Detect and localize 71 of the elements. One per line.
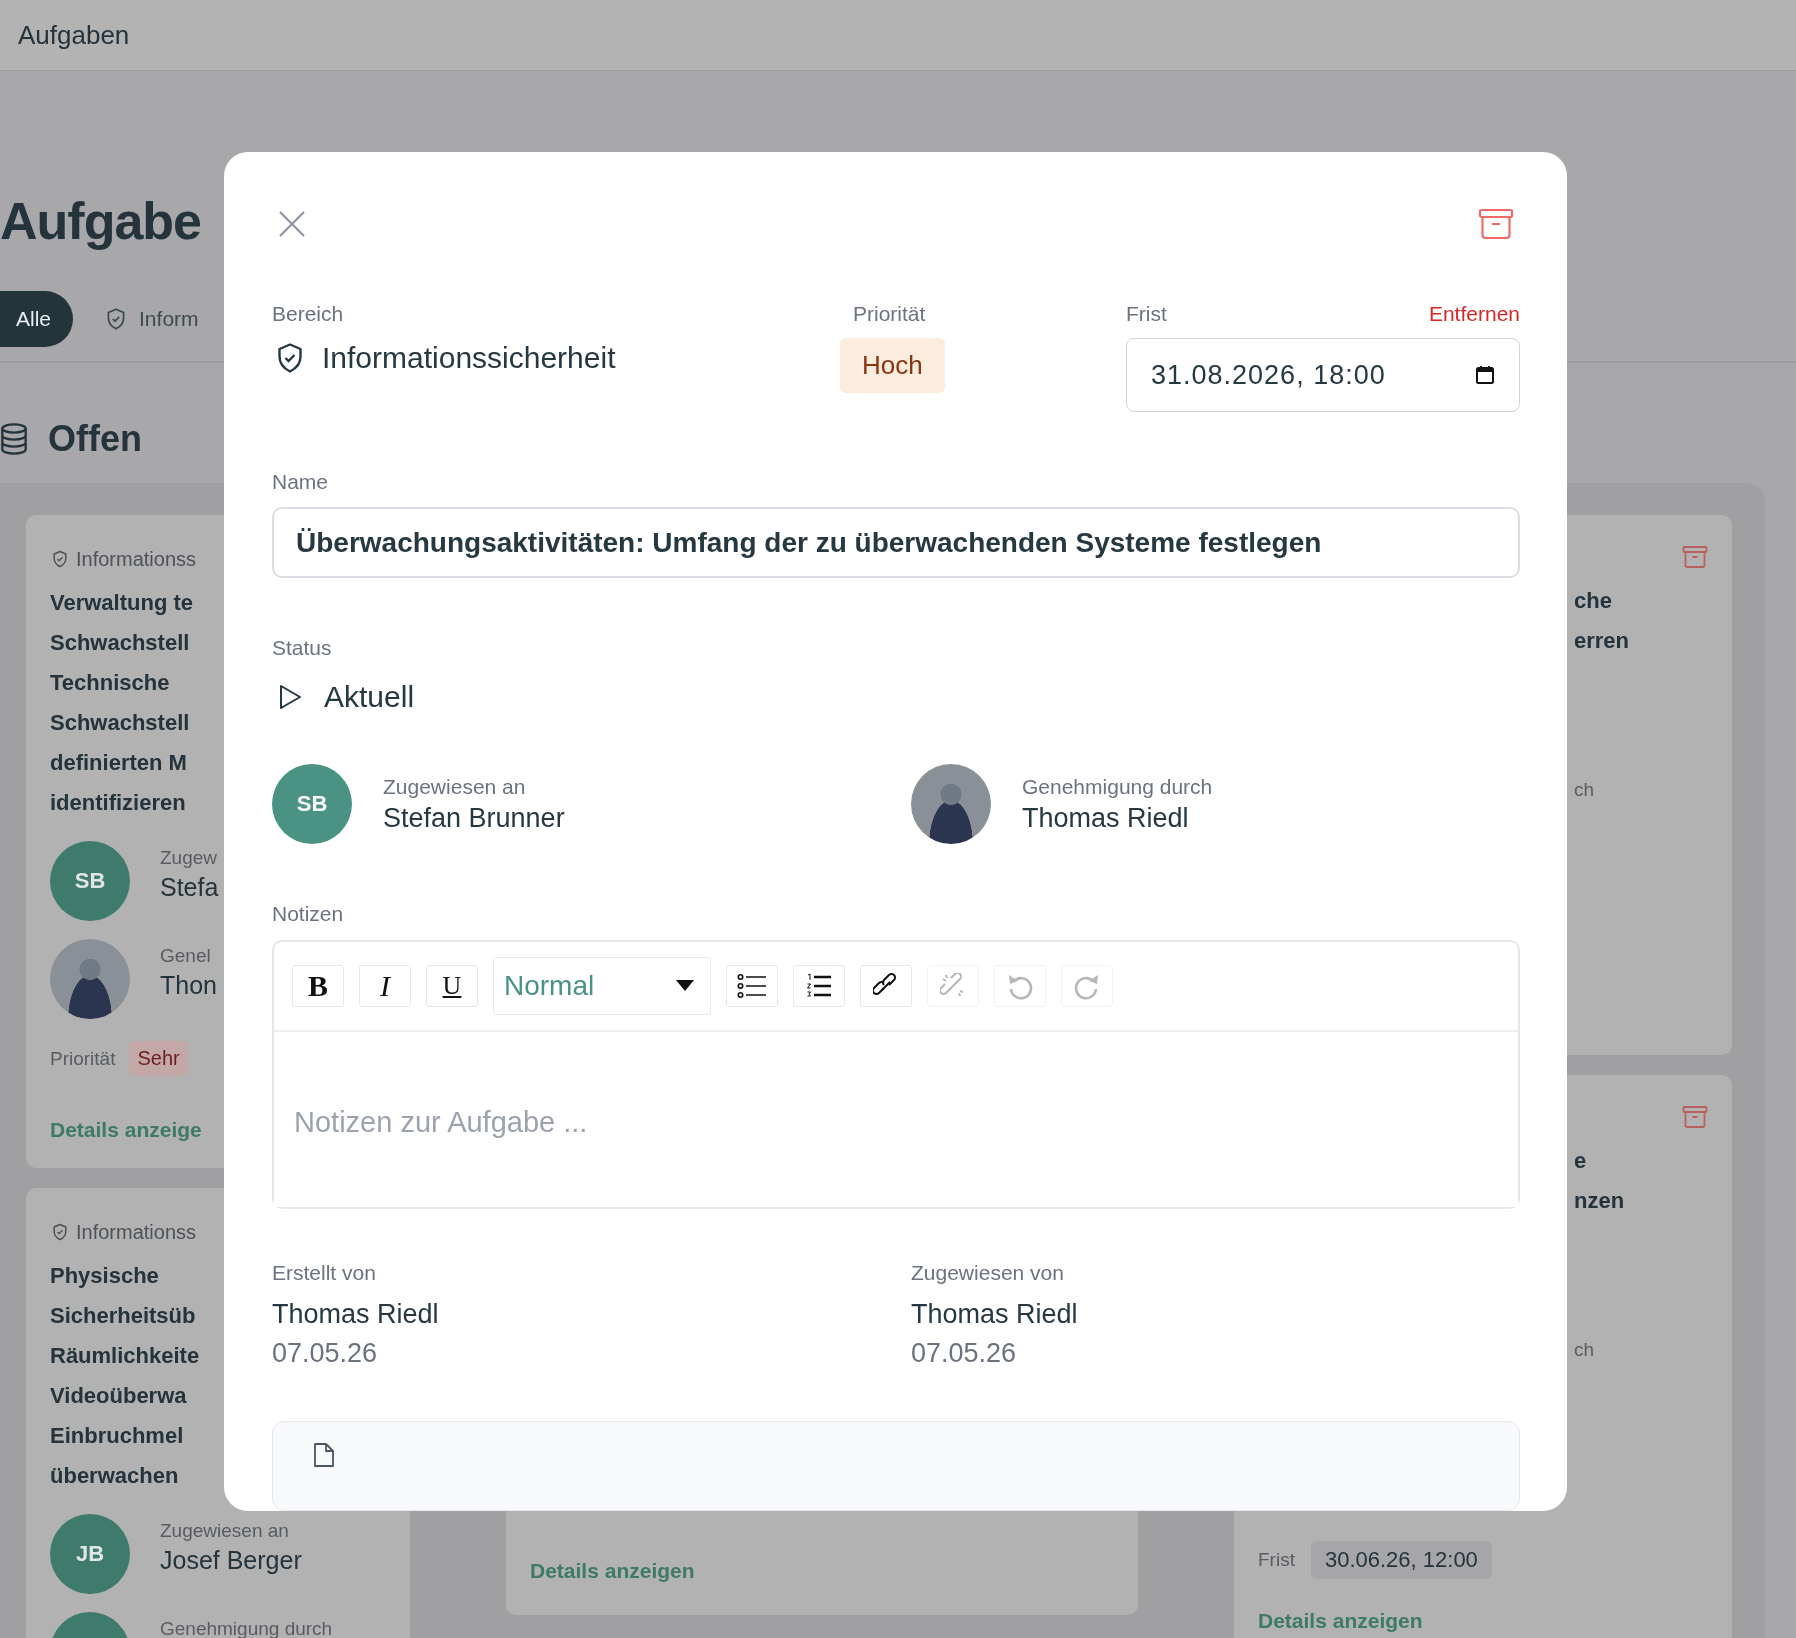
shield-icon bbox=[50, 1222, 70, 1242]
page-title: Aufgaben bbox=[18, 19, 130, 51]
archive-icon[interactable] bbox=[1682, 1105, 1708, 1129]
redo-icon bbox=[1074, 972, 1100, 1001]
italic-button[interactable]: I bbox=[359, 965, 411, 1008]
deadline-label: Frist bbox=[1258, 1549, 1295, 1571]
field-label: Name bbox=[272, 469, 330, 495]
person-label: Zugewiesen an bbox=[383, 774, 526, 799]
person-name: Thomas Riedl bbox=[272, 1299, 439, 1330]
meta-label: Zugewiesen von bbox=[911, 1260, 1064, 1286]
priority-badge: Sehr bbox=[129, 1041, 188, 1076]
bold-button[interactable]: B bbox=[292, 965, 344, 1008]
field-label: Notizen bbox=[272, 901, 345, 928]
undo-icon bbox=[1007, 972, 1033, 1001]
field-label: Bereich bbox=[272, 301, 345, 327]
page-heading: Aufgabe bbox=[0, 191, 201, 252]
play-icon bbox=[278, 684, 302, 711]
filter-tab[interactable]: Inform bbox=[103, 291, 199, 347]
bulleted-list-button[interactable] bbox=[726, 965, 778, 1008]
database-icon bbox=[0, 422, 28, 456]
person-name: Thomas Riedl bbox=[1022, 802, 1189, 834]
meta-label: Erstellt von bbox=[272, 1260, 376, 1286]
person-name: Stefa bbox=[160, 873, 219, 902]
remove-link[interactable]: Entfernen bbox=[1428, 302, 1520, 326]
shield-icon bbox=[50, 549, 70, 569]
section-title: Offen bbox=[48, 418, 142, 460]
person-label: Zugewiesen an bbox=[160, 1520, 289, 1542]
person-name: Thomas Riedl bbox=[911, 1299, 1078, 1330]
bulleted-list-icon bbox=[737, 973, 767, 1000]
priority-label: Priorität bbox=[50, 1047, 116, 1070]
date-text: 07.05.26 bbox=[272, 1338, 378, 1369]
avatar: JB bbox=[50, 1514, 130, 1594]
person-label: Genel bbox=[160, 945, 211, 967]
person-name: Stefan Brunner bbox=[383, 802, 565, 834]
person-label: ch bbox=[1574, 1339, 1595, 1361]
task-area: Informationss bbox=[76, 1220, 197, 1244]
document-icon bbox=[313, 1442, 335, 1468]
task-title: che erren bbox=[1574, 587, 1630, 655]
link-button[interactable] bbox=[860, 965, 912, 1008]
name-field[interactable]: Überwachungsaktivitäten: Umfang der zu überwachenden Systeme festlegen bbox=[272, 507, 1520, 579]
avatar: SB bbox=[50, 841, 130, 921]
field-label: Priorität bbox=[853, 301, 927, 327]
avatar: SB bbox=[272, 764, 352, 845]
date-field[interactable]: 31.08.2026, 18:00 bbox=[1126, 338, 1520, 412]
area-value: Informationssicherheit bbox=[322, 341, 616, 375]
person-label: Zugew bbox=[160, 847, 218, 869]
archive-icon bbox=[1478, 208, 1514, 240]
close-icon bbox=[278, 210, 306, 238]
priority-badge[interactable]: Hoch bbox=[840, 338, 945, 393]
numbered-list-icon bbox=[806, 973, 832, 1000]
task-title: Physische Sicherheitsüb Räumlichkeite Videoüberwa Einbruchmel überwachen bbox=[50, 1262, 200, 1490]
task-title: e nzen bbox=[1574, 1147, 1625, 1215]
person-name: Josef Berger bbox=[160, 1546, 302, 1575]
format-select[interactable]: Normal bbox=[493, 957, 711, 1016]
date-text: 07.05.26 bbox=[911, 1338, 1017, 1369]
notes-editor[interactable]: B I U Normal Notizen zur Aufgabe ... bbox=[272, 940, 1520, 1209]
person-label: Genehmigung durch bbox=[1022, 774, 1213, 799]
calendar-icon[interactable] bbox=[1475, 365, 1495, 385]
status-value: Aktuell bbox=[324, 680, 415, 715]
archive-icon[interactable] bbox=[1682, 545, 1708, 569]
deadline-chip: 30.06.26, 12:00 bbox=[1310, 1541, 1492, 1579]
task-area: Informationss bbox=[76, 547, 197, 571]
filter-tab[interactable]: Alle bbox=[0, 291, 74, 347]
field-label: Status bbox=[272, 635, 333, 662]
underline-button[interactable]: U bbox=[426, 965, 478, 1008]
numbered-list-button[interactable] bbox=[793, 965, 845, 1008]
person-name: Thon bbox=[160, 971, 217, 1000]
caret-icon bbox=[676, 980, 694, 993]
person-label: ch bbox=[1574, 779, 1595, 801]
field-label: Frist bbox=[1126, 301, 1167, 327]
task-title: Verwaltung te Schwachstell Technische Schwachstell definierten M identifizieren bbox=[50, 589, 194, 817]
